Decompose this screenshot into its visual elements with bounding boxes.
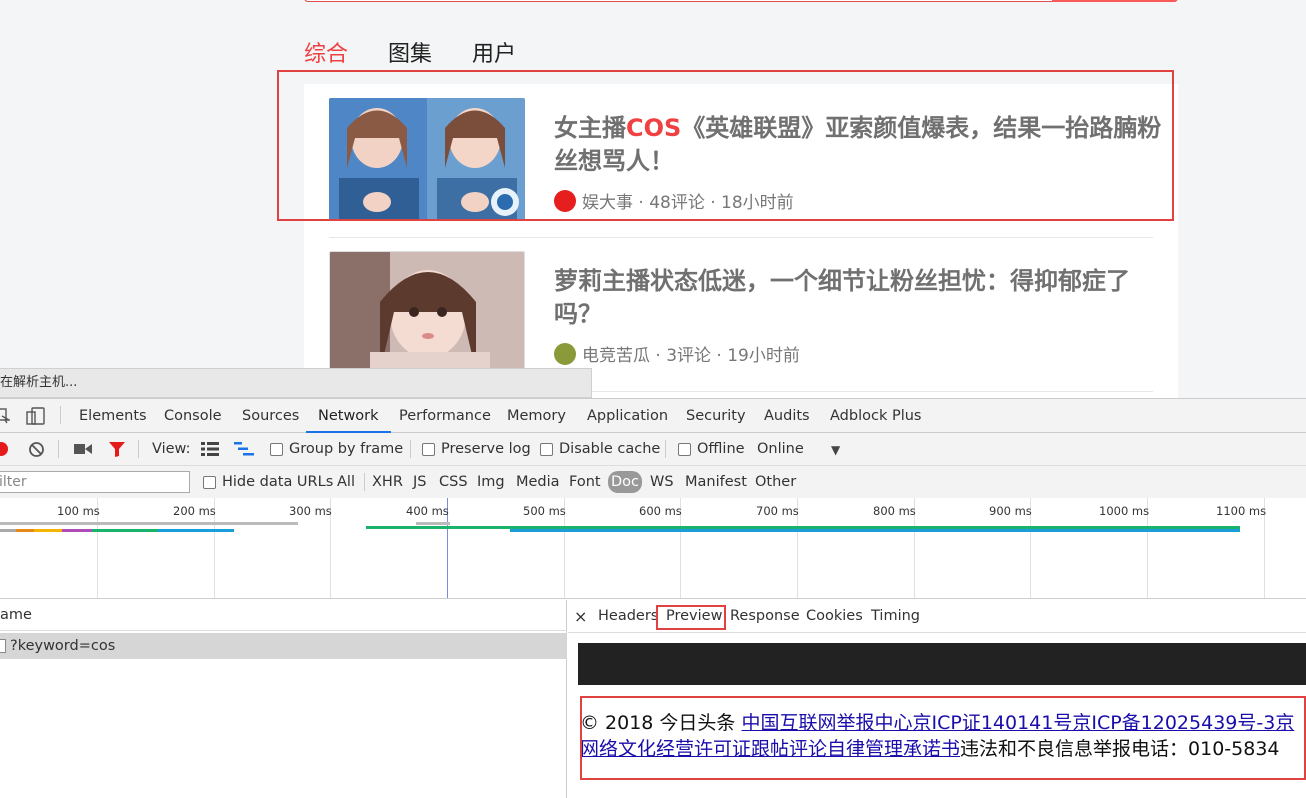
filter-type-xhr[interactable]: XHR bbox=[372, 466, 403, 498]
tab-memory[interactable]: Memory bbox=[507, 399, 566, 433]
filter-type-img[interactable]: Img bbox=[477, 466, 505, 498]
tab-audits[interactable]: Audits bbox=[764, 399, 810, 433]
filter-type-ws[interactable]: WS bbox=[650, 466, 674, 498]
clear-icon[interactable] bbox=[28, 441, 45, 462]
timeline-tick-label: 500 ms bbox=[523, 504, 566, 518]
network-toolbar: View: Group by frame Preserve log Disabl… bbox=[0, 433, 1306, 466]
tab-gallery[interactable]: 图集 bbox=[388, 36, 432, 68]
tab-application[interactable]: Application bbox=[587, 399, 668, 433]
devtools-tab-bar: Elements Console Sources Network Perform… bbox=[0, 399, 1306, 433]
tab-response[interactable]: Response bbox=[730, 600, 800, 633]
timeline-tick-label: 900 ms bbox=[989, 504, 1032, 518]
inspect-element-icon[interactable] bbox=[0, 408, 12, 428]
result-title[interactable]: 萝莉主播状态低迷，一个细节让粉丝担忧：得抑郁症了吗？ bbox=[554, 265, 1164, 331]
request-list: ame ?keyword=cos bbox=[0, 600, 567, 798]
filter-bar: ilter Hide data URLs All XHR JS CSS Img … bbox=[0, 466, 1306, 499]
large-rows-icon[interactable] bbox=[201, 442, 219, 460]
chevron-down-icon[interactable]: ▼ bbox=[831, 443, 840, 457]
request-row[interactable]: ?keyword=cos bbox=[0, 633, 567, 659]
tab-timing[interactable]: Timing bbox=[871, 600, 920, 633]
filter-type-other[interactable]: Other bbox=[755, 466, 796, 498]
timeline-tick-label: 300 ms bbox=[289, 504, 332, 518]
device-toolbar-icon[interactable] bbox=[26, 407, 46, 429]
filter-type-media[interactable]: Media bbox=[516, 466, 560, 498]
tab-adblock-plus[interactable]: Adblock Plus bbox=[830, 399, 921, 433]
network-overview-timeline[interactable]: 100 ms 200 ms 300 ms 400 ms 500 ms 600 m… bbox=[0, 498, 1306, 599]
record-icon[interactable] bbox=[0, 442, 8, 456]
timeline-tick-label: 1000 ms bbox=[1099, 504, 1150, 518]
document-icon bbox=[0, 639, 6, 653]
filter-type-manifest[interactable]: Manifest bbox=[685, 466, 747, 498]
video-camera-icon[interactable] bbox=[74, 443, 92, 459]
preserve-log-checkbox[interactable]: Preserve log bbox=[422, 433, 531, 465]
timeline-tick-label: 200 ms bbox=[173, 504, 216, 518]
tab-security[interactable]: Security bbox=[686, 399, 746, 433]
tab-users[interactable]: 用户 bbox=[472, 36, 516, 68]
source-avatar-icon bbox=[554, 342, 576, 365]
tab-network[interactable]: Network bbox=[306, 399, 391, 433]
tab-elements[interactable]: Elements bbox=[79, 399, 147, 433]
offline-checkbox[interactable]: Offline bbox=[678, 433, 745, 465]
web-page: 综合 图集 用户 女主播COS《英雄联盟》亚索颜值爆表，结果一抬路腩粉丝想骂人！… bbox=[0, 0, 1306, 398]
tab-general[interactable]: 综合 bbox=[304, 36, 348, 68]
close-icon[interactable]: × bbox=[574, 600, 587, 633]
search-button[interactable] bbox=[1052, 0, 1178, 2]
filter-type-doc[interactable]: Doc bbox=[608, 471, 643, 493]
request-detail-panel: × Headers Preview Response Cookies Timin… bbox=[568, 600, 1306, 798]
timeline-tick-label: 700 ms bbox=[756, 504, 799, 518]
result-meta: 电竞苦瓜 · 3评论 · 19小时前 bbox=[554, 341, 800, 366]
filter-type-all[interactable]: All bbox=[337, 466, 355, 498]
tab-sources[interactable]: Sources bbox=[242, 399, 299, 433]
hide-data-urls-checkbox[interactable]: Hide data URLs bbox=[203, 466, 333, 498]
status-bubble: 在解析主机... bbox=[0, 368, 592, 398]
timeline-tick-label: 1100 ms bbox=[1216, 504, 1267, 518]
filter-input[interactable]: ilter bbox=[0, 471, 190, 493]
devtools-panel: Elements Console Sources Network Perform… bbox=[0, 398, 1306, 798]
timeline-tick-label: 600 ms bbox=[639, 504, 682, 518]
throttling-select[interactable]: Online bbox=[757, 433, 804, 465]
filter-funnel-icon[interactable] bbox=[108, 441, 126, 462]
result-thumbnail[interactable] bbox=[329, 251, 525, 373]
name-column-header[interactable]: ame bbox=[0, 600, 567, 631]
filter-type-font[interactable]: Font bbox=[569, 466, 601, 498]
waterfall-icon[interactable] bbox=[234, 442, 254, 460]
tab-cookies[interactable]: Cookies bbox=[806, 600, 863, 633]
annotation-highlight-box bbox=[580, 696, 1306, 780]
timeline-tick-label: 800 ms bbox=[873, 504, 916, 518]
annotation-highlight-box bbox=[656, 605, 726, 630]
filter-type-css[interactable]: CSS bbox=[439, 466, 468, 498]
detail-tab-bar: × Headers Preview Response Cookies Timin… bbox=[568, 600, 1306, 633]
tab-performance[interactable]: Performance bbox=[399, 399, 491, 433]
timeline-tick-label: 100 ms bbox=[57, 504, 100, 518]
disable-cache-checkbox[interactable]: Disable cache bbox=[540, 433, 660, 465]
timeline-tick-label: 400 ms bbox=[406, 504, 449, 518]
annotation-highlight-box bbox=[277, 70, 1174, 221]
view-label: View: bbox=[152, 441, 191, 457]
preview-dark-banner bbox=[578, 643, 1306, 685]
tab-console[interactable]: Console bbox=[164, 399, 222, 433]
filter-type-js[interactable]: JS bbox=[413, 466, 426, 498]
result-tabs: 综合 图集 用户 bbox=[304, 36, 516, 68]
search-input[interactable] bbox=[304, 0, 1178, 2]
tab-headers[interactable]: Headers bbox=[598, 600, 658, 633]
group-by-frame-checkbox[interactable]: Group by frame bbox=[270, 433, 403, 465]
